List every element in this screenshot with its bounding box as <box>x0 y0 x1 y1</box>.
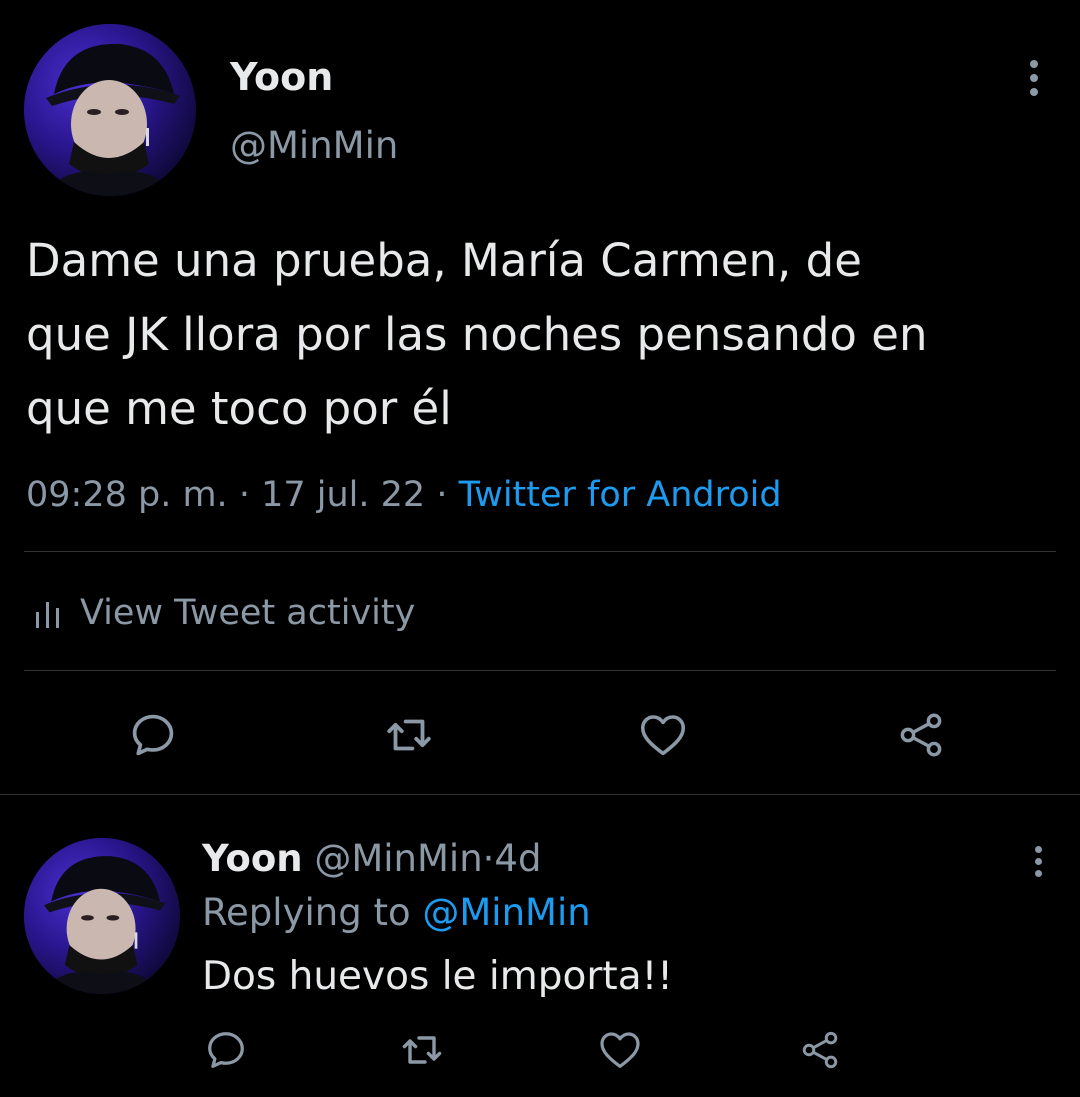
replying-to: Replying to @MinMin <box>202 890 591 936</box>
like-icon <box>640 715 686 756</box>
reply-author-handle[interactable]: @MinMin <box>314 837 482 880</box>
author-handle[interactable]: @MinMin <box>230 123 398 169</box>
tweet-time: 09:28 p. m. <box>26 475 228 515</box>
reply-author-avatar[interactable] <box>24 838 180 994</box>
meta-separator: · <box>238 475 250 515</box>
share-button[interactable] <box>890 704 952 766</box>
meta-separator: · <box>436 475 448 515</box>
author-name[interactable]: Yoon <box>230 54 333 100</box>
divider <box>0 794 1080 795</box>
tweet-source-link[interactable]: Twitter for Android <box>459 475 782 515</box>
like-icon <box>600 1032 640 1068</box>
more-options-icon[interactable] <box>1028 60 1040 96</box>
retweet-button[interactable] <box>378 704 440 766</box>
tweet-text: Dame una prueba, María Carmen, de que JK… <box>26 234 928 435</box>
avatar-image <box>24 838 180 994</box>
tweet-meta: 09:28 p. m. · 17 jul. 22 · Twitter for A… <box>26 472 782 518</box>
divider <box>24 551 1056 552</box>
reply-author-name[interactable]: Yoon <box>202 837 303 880</box>
share-icon <box>802 1031 838 1069</box>
view-tweet-activity-link[interactable]: View Tweet activity <box>34 588 415 638</box>
like-button[interactable] <box>632 704 694 766</box>
reply-icon <box>132 714 174 756</box>
tweet-date: 17 jul. 22 <box>261 475 426 515</box>
reply-reply-button[interactable] <box>200 1024 252 1076</box>
divider <box>24 670 1056 671</box>
author-avatar[interactable] <box>24 24 196 196</box>
replying-prefix: Replying to <box>202 891 411 934</box>
avatar-image <box>24 24 196 196</box>
reply-retweet-button[interactable] <box>396 1024 448 1076</box>
meta-separator: · <box>482 837 495 880</box>
replying-handle-link[interactable]: @MinMin <box>422 891 590 934</box>
reply-share-button[interactable] <box>794 1024 846 1076</box>
reply-more-options-icon[interactable] <box>1032 846 1044 877</box>
reply-age: 4d <box>494 837 542 880</box>
retweet-icon <box>402 1036 442 1064</box>
activity-label: View Tweet activity <box>80 593 416 633</box>
reply-icon <box>208 1032 244 1068</box>
reply-button[interactable] <box>122 704 184 766</box>
reply-header: Yoon @MinMin·4d <box>202 836 541 882</box>
reply-text: Dos huevos le importa!! <box>202 954 673 999</box>
analytics-icon <box>36 602 59 628</box>
reply-like-button[interactable] <box>594 1024 646 1076</box>
retweet-icon <box>387 719 431 751</box>
share-icon <box>900 713 942 757</box>
